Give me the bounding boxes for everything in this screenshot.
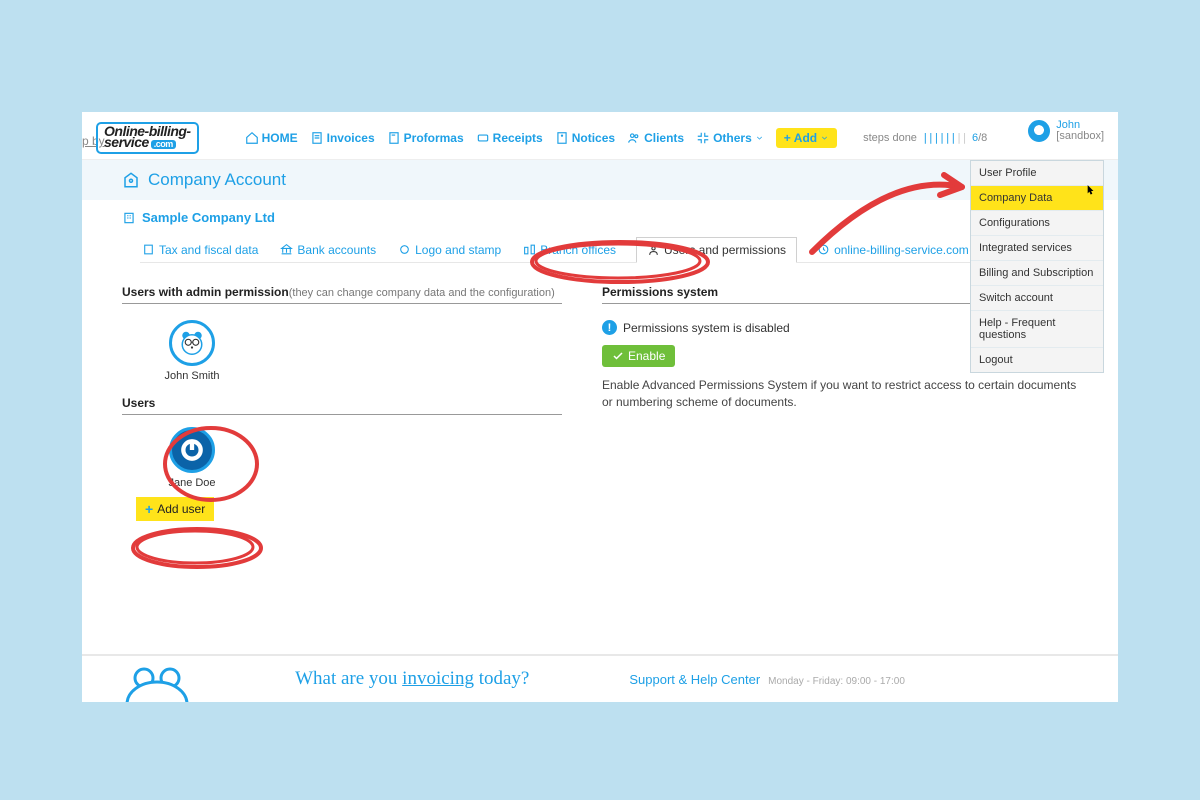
plus-icon: + (145, 501, 153, 517)
menu-logout[interactable]: Logout (971, 348, 1103, 372)
nav-proformas[interactable]: Proformas (387, 131, 464, 145)
user-env: [sandbox] (1056, 131, 1104, 142)
footer-mascot-icon (122, 662, 202, 702)
menu-integrated[interactable]: Integrated services (971, 236, 1103, 261)
building-icon (122, 171, 140, 189)
menu-configurations[interactable]: Configurations (971, 211, 1103, 236)
avatar-icon (1028, 120, 1050, 142)
info-icon: ! (602, 320, 617, 335)
add-user-button[interactable]: + Add user (136, 497, 214, 521)
tab-bank[interactable]: Bank accounts (278, 238, 378, 262)
user-card[interactable]: Jane Doe (142, 427, 242, 489)
footer-tagline: What are you invoicing today? (295, 668, 529, 690)
company-tabs: Tax and fiscal data Bank accounts Logo a… (140, 237, 1078, 263)
admin-avatar-icon (169, 320, 215, 366)
permissions-help-text: Enable Advanced Permissions System if yo… (602, 377, 1078, 411)
cursor-pointer-icon (1084, 184, 1096, 198)
enable-permissions-button[interactable]: Enable (602, 345, 675, 367)
check-icon (612, 350, 624, 362)
menu-user-profile[interactable]: User Profile (971, 161, 1103, 186)
user-menu-trigger[interactable]: John [sandbox] (1028, 120, 1104, 142)
nav-receipts[interactable]: Receipts (476, 131, 543, 145)
menu-switch-account[interactable]: Switch account (971, 286, 1103, 311)
topbar: Online-billing- service.com HOME Invoice… (82, 112, 1118, 160)
admins-heading: Users with admin permission(they can cha… (122, 285, 562, 304)
logo[interactable]: Online-billing- service.com (96, 122, 199, 154)
breadcrumb: Company Account (82, 160, 1118, 200)
admins-column: Users with admin permission(they can cha… (122, 285, 562, 521)
tab-users[interactable]: Users and permissions (636, 237, 797, 263)
menu-billing[interactable]: Billing and Subscription (971, 261, 1103, 286)
footer: What are you invoicing today? Support & … (82, 654, 1118, 702)
nav-add-button[interactable]: +Add (776, 128, 837, 148)
tab-logo[interactable]: Logo and stamp (396, 238, 503, 262)
users-heading: Users (122, 396, 562, 415)
breadcrumb-label: Company Account (148, 170, 286, 190)
tab-branch[interactable]: Branch offices (521, 238, 618, 262)
user-avatar-icon (169, 427, 215, 473)
nav-invoices[interactable]: Invoices (310, 131, 375, 145)
menu-help[interactable]: Help - Frequent questions (971, 311, 1103, 348)
nav-notices[interactable]: Notices (555, 131, 615, 145)
main-nav: HOME Invoices Proformas Receipts Notices… (245, 128, 838, 148)
tab-tax[interactable]: Tax and fiscal data (140, 238, 260, 262)
company-icon (122, 211, 136, 225)
admin-user-name: John Smith (164, 370, 219, 382)
footer-support-link[interactable]: Support & Help CenterMonday - Friday: 09… (629, 672, 905, 687)
admin-user-card[interactable]: John Smith (142, 320, 242, 382)
user-name-label: Jane Doe (168, 477, 215, 489)
footer-hours: Monday - Friday: 09:00 - 17:00 (768, 676, 905, 687)
steps-indicator: steps done |||||||| 6/8 (863, 131, 987, 144)
company-name-line[interactable]: Sample Company Ltd (122, 210, 1078, 225)
nav-home[interactable]: HOME (245, 131, 298, 145)
nav-clients[interactable]: Clients (627, 131, 684, 145)
nav-others[interactable]: Others (696, 131, 764, 145)
